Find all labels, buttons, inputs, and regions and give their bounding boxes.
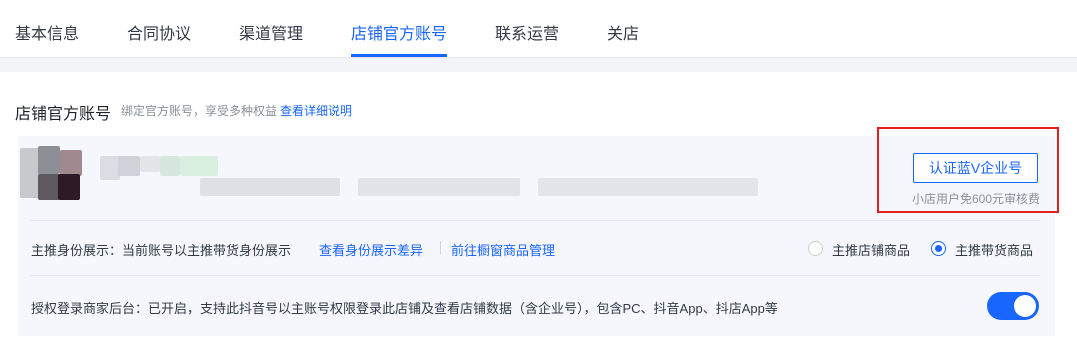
- view-details-link[interactable]: 查看详细说明: [280, 102, 352, 119]
- auth-login-toggle[interactable]: [987, 292, 1039, 320]
- divider: [30, 275, 1040, 276]
- radio-sale-goods[interactable]: [931, 241, 946, 256]
- identity-display-label: 主推身份展示：当前账号以主推带货身份展示: [31, 243, 292, 258]
- section-title: 店铺官方账号: [15, 106, 112, 123]
- section-description: 绑定官方账号，享受多种权益: [121, 104, 278, 118]
- radio-shop-goods[interactable]: [808, 241, 823, 256]
- tab-official-account[interactable]: 店铺官方账号: [351, 20, 447, 44]
- window-goods-manage-link[interactable]: 前往橱窗商品管理: [451, 240, 555, 259]
- active-tab-indicator: [351, 54, 447, 57]
- radio-sale-goods-label[interactable]: 主推带货商品: [955, 240, 1033, 259]
- radio-shop-goods-label[interactable]: 主推店铺商品: [832, 240, 910, 259]
- highlight-annotation-box: [877, 127, 1059, 213]
- toggle-knob: [1014, 295, 1036, 317]
- tab-channel[interactable]: 渠道管理: [239, 20, 303, 44]
- tab-contract[interactable]: 合同协议: [127, 20, 191, 44]
- auth-login-label: 授权登录商家后台：已开启，支持此抖音号以主账号权限登录此店铺及查看店铺数据（含企…: [31, 301, 778, 316]
- divider: [30, 220, 1040, 221]
- tab-close-shop[interactable]: 关店: [607, 20, 639, 44]
- link-separator: [440, 241, 441, 254]
- tab-contact-ops[interactable]: 联系运营: [495, 20, 559, 44]
- view-identity-diff-link[interactable]: 查看身份展示差异: [319, 240, 423, 259]
- tab-bar: 基本信息 合同协议 渠道管理 店铺官方账号 联系运营 关店: [0, 0, 1077, 58]
- tab-basic-info[interactable]: 基本信息: [15, 20, 79, 44]
